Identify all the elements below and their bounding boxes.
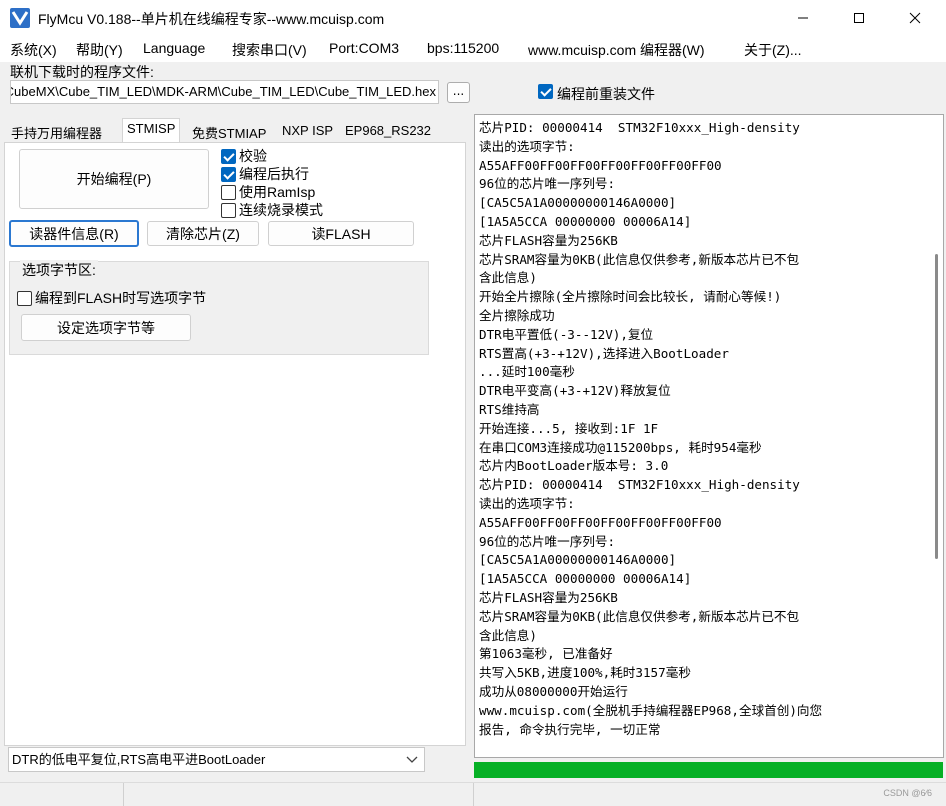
window-title: FlyMcu V0.188--单片机在线编程专家--www.mcuisp.com <box>38 11 385 27</box>
app-logo-icon <box>10 8 30 28</box>
read-flash-button[interactable]: 读FLASH <box>268 221 414 246</box>
status-bar: CSDN @6⁄6 <box>0 782 946 806</box>
log-line: 含此信息) <box>479 270 537 286</box>
write-option-bytes-checkbox[interactable] <box>17 290 32 306</box>
menu-search-port[interactable]: 搜索串口(V) <box>232 40 307 60</box>
log-line: www.mcuisp.com(全脱机手持编程器EP968,全球首创)向您 <box>479 702 823 718</box>
program-file-path-input[interactable]: CubeMX\Cube_TIM_LED\MDK-ARM\Cube_TIM_LED… <box>10 80 439 104</box>
tab-nxp-isp[interactable]: NXP ISP <box>277 120 338 142</box>
reload-before-program-label: 编程前重装文件 <box>557 86 655 102</box>
log-scrollbar[interactable] <box>930 116 943 756</box>
progress-bar <box>474 762 943 778</box>
reload-before-program-checkbox[interactable] <box>538 84 553 99</box>
log-line: 报告, 命令执行完毕, 一切正常 <box>479 721 661 737</box>
log-line: ...延时100毫秒 <box>479 364 575 380</box>
log-output[interactable]: 芯片PID: 00000414 STM32F10xxx_High-density… <box>474 114 944 758</box>
write-option-bytes-option[interactable]: 编程到FLASH时写选项字节 <box>17 288 206 308</box>
menu-language[interactable]: Language <box>143 40 205 56</box>
log-line: 芯片FLASH容量为256KB <box>479 232 618 248</box>
run-after-program-checkbox[interactable] <box>221 166 236 182</box>
continuous-burn-checkbox[interactable] <box>221 202 236 218</box>
use-ramisp-checkbox[interactable] <box>221 184 236 200</box>
log-line: [CA5C5A1A00000000146A0000] <box>479 195 677 211</box>
use-ramisp-option[interactable]: 使用RamIsp <box>221 182 315 202</box>
option-bytes-title: 选项字节区: <box>20 260 98 280</box>
log-line: [1A5A5CCA 00000000 00006A14] <box>479 213 692 229</box>
log-line: 全片擦除成功 <box>479 307 555 323</box>
log-line: 96位的芯片唯一序列号: <box>479 176 616 192</box>
program-file-path-text: CubeMX\Cube_TIM_LED\MDK-ARM\Cube_TIM_LED… <box>10 84 436 99</box>
start-programming-button[interactable]: 开始编程(P) <box>19 149 209 209</box>
tab-strip: 手持万用编程器 STMISP 免费STMIAP NXP ISP EP968_RS… <box>6 118 466 143</box>
menu-bar: 系统(X) 帮助(Y) Language 搜索串口(V) Port:COM3 b… <box>0 36 946 62</box>
log-line: 芯片PID: 00000414 STM32F10xxx_High-density <box>479 120 800 135</box>
log-line: 芯片PID: 00000414 STM32F10xxx_High-density <box>479 477 800 493</box>
tab-handheld-programmer[interactable]: 手持万用编程器 <box>6 120 107 142</box>
log-line: 含此信息) <box>479 627 537 643</box>
log-line: 开始连接...5, 接收到:1F 1F <box>479 420 659 436</box>
log-line: DTR电平变高(+3-+12V)释放复位 <box>479 383 671 399</box>
erase-chip-button[interactable]: 清除芯片(Z) <box>147 221 259 246</box>
read-device-info-button[interactable]: 读器件信息(R) <box>9 220 139 247</box>
run-after-program-label: 编程后执行 <box>239 166 309 182</box>
log-line: RTS置高(+3-+12V),选择进入BootLoader <box>479 345 729 361</box>
tab-stmisp[interactable]: STMISP <box>122 118 181 143</box>
maximize-button[interactable] <box>836 0 882 36</box>
log-line: 读出的选项字节: <box>479 495 575 511</box>
run-after-program-option[interactable]: 编程后执行 <box>221 164 309 184</box>
log-scrollbar-thumb[interactable] <box>935 254 938 559</box>
verify-label: 校验 <box>239 148 267 164</box>
log-line: [CA5C5A1A00000000146A0000] <box>479 552 677 568</box>
verify-option[interactable]: 校验 <box>221 146 267 166</box>
menu-port[interactable]: Port:COM3 <box>329 40 399 56</box>
menu-programmer[interactable]: www.mcuisp.com 编程器(W) <box>528 40 705 60</box>
minimize-button[interactable] <box>780 0 826 36</box>
log-line: 96位的芯片唯一序列号: <box>479 533 616 549</box>
menu-baudrate[interactable]: bps:115200 <box>427 40 499 56</box>
log-line: [1A5A5CCA 00000000 00006A14] <box>479 571 692 587</box>
log-line: 开始全片擦除(全片擦除时间会比较长, 请耐心等候!) <box>479 289 782 305</box>
log-line: 芯片内BootLoader版本号: 3.0 <box>479 458 669 474</box>
set-option-bytes-button[interactable]: 设定选项字节等 <box>21 314 191 341</box>
continuous-burn-option[interactable]: 连续烧录模式 <box>221 200 323 220</box>
browse-file-button[interactable]: ... <box>447 82 470 103</box>
reset-mode-value: DTR的低电平复位,RTS高电平进BootLoader <box>12 752 266 767</box>
tab-ep968-rs232[interactable]: EP968_RS232 <box>340 120 436 142</box>
menu-help[interactable]: 帮助(Y) <box>76 40 123 60</box>
log-line: A55AFF00FF00FF00FF00FF00FF00FF00 <box>479 157 722 173</box>
status-segment-2 <box>124 783 474 806</box>
menu-system[interactable]: 系统(X) <box>10 40 57 60</box>
log-line: 芯片SRAM容量为0KB(此信息仅供参考,新版本芯片已不包 <box>479 251 800 267</box>
option-bytes-group: 选项字节区: 编程到FLASH时写选项字节 设定选项字节等 <box>9 260 429 355</box>
log-line: 在串口COM3连接成功@115200bps, 耗时954毫秒 <box>479 439 762 455</box>
reset-mode-select[interactable]: DTR的低电平复位,RTS高电平进BootLoader <box>8 747 425 772</box>
log-line: 芯片SRAM容量为0KB(此信息仅供参考,新版本芯片已不包 <box>479 608 800 624</box>
log-lines: 芯片PID: 00000414 STM32F10xxx_High-density… <box>479 119 919 739</box>
close-button[interactable] <box>892 0 938 36</box>
log-line: 共写入5KB,进度100%,耗时3157毫秒 <box>479 665 691 681</box>
minimize-icon <box>798 17 808 19</box>
log-line: 第1063毫秒, 已准备好 <box>479 646 613 662</box>
status-segment-1 <box>0 783 124 806</box>
log-line: DTR电平置低(-3--12V),复位 <box>479 326 654 342</box>
close-icon <box>909 12 921 24</box>
menu-about[interactable]: 关于(Z)... <box>744 40 802 60</box>
verify-checkbox[interactable] <box>221 148 236 164</box>
log-line: A55AFF00FF00FF00FF00FF00FF00FF00 <box>479 514 722 530</box>
log-line: 芯片FLASH容量为256KB <box>479 589 618 605</box>
log-line: 成功从08000000开始运行 <box>479 683 628 699</box>
maximize-icon <box>854 13 864 23</box>
write-option-bytes-label: 编程到FLASH时写选项字节 <box>35 290 207 306</box>
tab-free-stmiap[interactable]: 免费STMIAP <box>187 120 271 142</box>
log-line: RTS维持高 <box>479 401 540 417</box>
use-ramisp-label: 使用RamIsp <box>239 184 316 200</box>
stmisp-panel: 开始编程(P) 校验 编程后执行 使用RamIsp 连续烧录模式 读器件信息(R… <box>4 142 466 746</box>
title-bar: FlyMcu V0.188--单片机在线编程专家--www.mcuisp.com <box>0 0 946 36</box>
program-file-label: 联机下载时的程序文件: <box>10 64 154 80</box>
watermark: CSDN @6⁄6 <box>883 788 932 798</box>
log-line: 读出的选项字节: <box>479 138 575 154</box>
continuous-burn-label: 连续烧录模式 <box>239 202 323 218</box>
chevron-down-icon <box>406 748 418 771</box>
left-panel: 手持万用编程器 STMISP 免费STMIAP NXP ISP EP968_RS… <box>0 114 470 780</box>
